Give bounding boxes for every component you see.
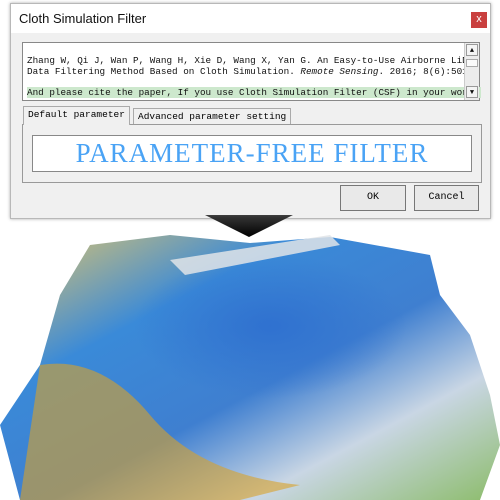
citation-year: . 2016; 8(6):501. xyxy=(378,66,474,77)
tab-panel: PARAMETER-FREE FILTER xyxy=(22,124,482,183)
citation-line-2: Data Filtering Method Based on Cloth Sim… xyxy=(27,66,473,77)
cloth-simulation-filter-dialog: Cloth Simulation Filter x Zhang W, Qi J,… xyxy=(10,3,491,219)
scroll-thumb[interactable] xyxy=(466,59,478,67)
journal-name: Remote Sensing xyxy=(300,66,379,77)
dialog-title: Cloth Simulation Filter xyxy=(19,11,147,26)
tab-default-parameter[interactable]: Default parameter xyxy=(23,106,130,125)
citation-line-1: Zhang W, Qi J, Wan P, Wang H, Xie D, Wan… xyxy=(27,55,479,66)
title-bar: Cloth Simulation Filter x xyxy=(11,4,490,33)
close-button[interactable]: x xyxy=(471,12,487,28)
scroll-down-icon[interactable]: ▼ xyxy=(466,86,478,98)
scrollbar[interactable]: ▲ ▼ xyxy=(464,43,479,100)
tab-advanced-parameter-setting[interactable]: Advanced parameter setting xyxy=(133,108,292,125)
terrain-visualization xyxy=(0,215,500,500)
cite-request-line: And please cite the paper, If you use Cl… xyxy=(27,87,481,98)
ok-button[interactable]: OK xyxy=(340,185,406,211)
scroll-up-icon[interactable]: ▲ xyxy=(466,44,478,56)
citation-textbox[interactable]: Zhang W, Qi J, Wan P, Wang H, Xie D, Wan… xyxy=(22,42,481,101)
lowland-area xyxy=(100,245,440,425)
arrow-down-icon xyxy=(205,215,293,237)
citation-text: Data Filtering Method Based on Cloth Sim… xyxy=(27,66,301,77)
parameter-free-banner: PARAMETER-FREE FILTER xyxy=(32,135,472,172)
cancel-button[interactable]: Cancel xyxy=(414,185,479,211)
